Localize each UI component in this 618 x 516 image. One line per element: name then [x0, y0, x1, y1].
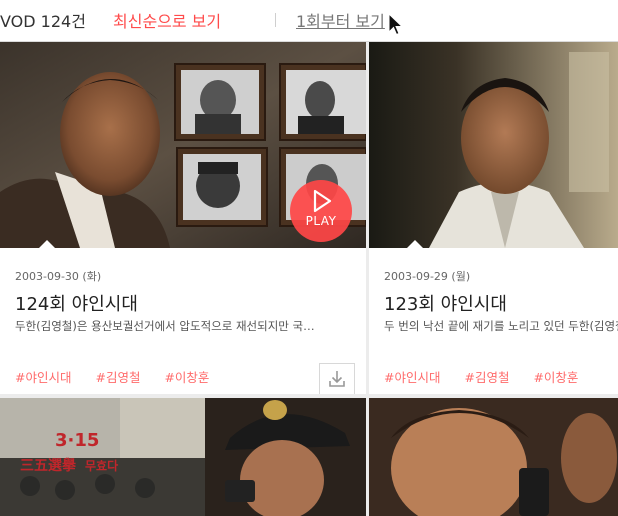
episode-description: 두 번의 낙선 끝에 재기를 노리고 있던 두한(김영철)은 용산: [384, 319, 618, 333]
download-icon: [329, 371, 345, 387]
thumbnail-image: [369, 398, 618, 516]
thumbnail-pointer: [406, 240, 424, 248]
episode-card[interactable]: PLAY 2003-09-30 (화) 124회 야인시대 두한(김영철)은 용…: [0, 42, 366, 394]
banner-text: 三五選擧: [20, 457, 77, 474]
episode-title[interactable]: 124회 야인시대: [15, 290, 138, 316]
vod-count: VOD 124건: [0, 12, 86, 31]
episode-thumbnail[interactable]: [369, 398, 618, 516]
tag[interactable]: #야인시대: [15, 370, 71, 385]
episode-thumbnail[interactable]: [369, 42, 618, 248]
sort-first-link[interactable]: 1회부터 보기: [296, 8, 385, 32]
play-icon: [313, 189, 332, 213]
tag-list: #야인시대 #김영철 #이창훈: [384, 367, 598, 386]
mouse-cursor-icon: [388, 13, 404, 36]
tag[interactable]: #김영철: [95, 370, 140, 385]
episode-thumbnail[interactable]: 3·15 三五選擧 무효다: [0, 398, 366, 516]
episode-description: 두한(김영철)은 용산보궐선거에서 압도적으로 재선되지만 국…: [15, 319, 315, 333]
tag[interactable]: #이창훈: [164, 370, 209, 385]
tag[interactable]: #이창훈: [533, 370, 578, 385]
download-button[interactable]: [319, 363, 355, 394]
episode-title[interactable]: 123회 야인시대: [384, 290, 507, 316]
episode-date: 2003-09-30 (화): [15, 270, 102, 283]
tag[interactable]: #김영철: [464, 370, 509, 385]
divider: [275, 13, 276, 27]
thumbnail-image: 3·15 三五選擧 무효다: [0, 398, 366, 516]
play-button[interactable]: PLAY: [290, 180, 352, 242]
sort-bar: VOD 124건 최신순으로 보기 1회부터 보기: [0, 0, 618, 42]
sort-latest-link[interactable]: 최신순으로 보기: [113, 8, 221, 32]
play-label: PLAY: [305, 214, 337, 228]
episode-thumbnail[interactable]: PLAY: [0, 42, 366, 248]
banner-text: 무효다: [85, 458, 118, 473]
episode-date: 2003-09-29 (월): [384, 270, 471, 283]
tag[interactable]: #야인시대: [384, 370, 440, 385]
episode-card[interactable]: 2003-09-29 (월) 123회 야인시대 두 번의 낙선 끝에 재기를 …: [369, 42, 618, 394]
thumbnail-image: [369, 42, 618, 248]
thumbnail-pointer: [38, 240, 56, 248]
tag-list: #야인시대 #김영철 #이창훈: [15, 367, 229, 386]
banner-text: 3·15: [55, 430, 99, 451]
